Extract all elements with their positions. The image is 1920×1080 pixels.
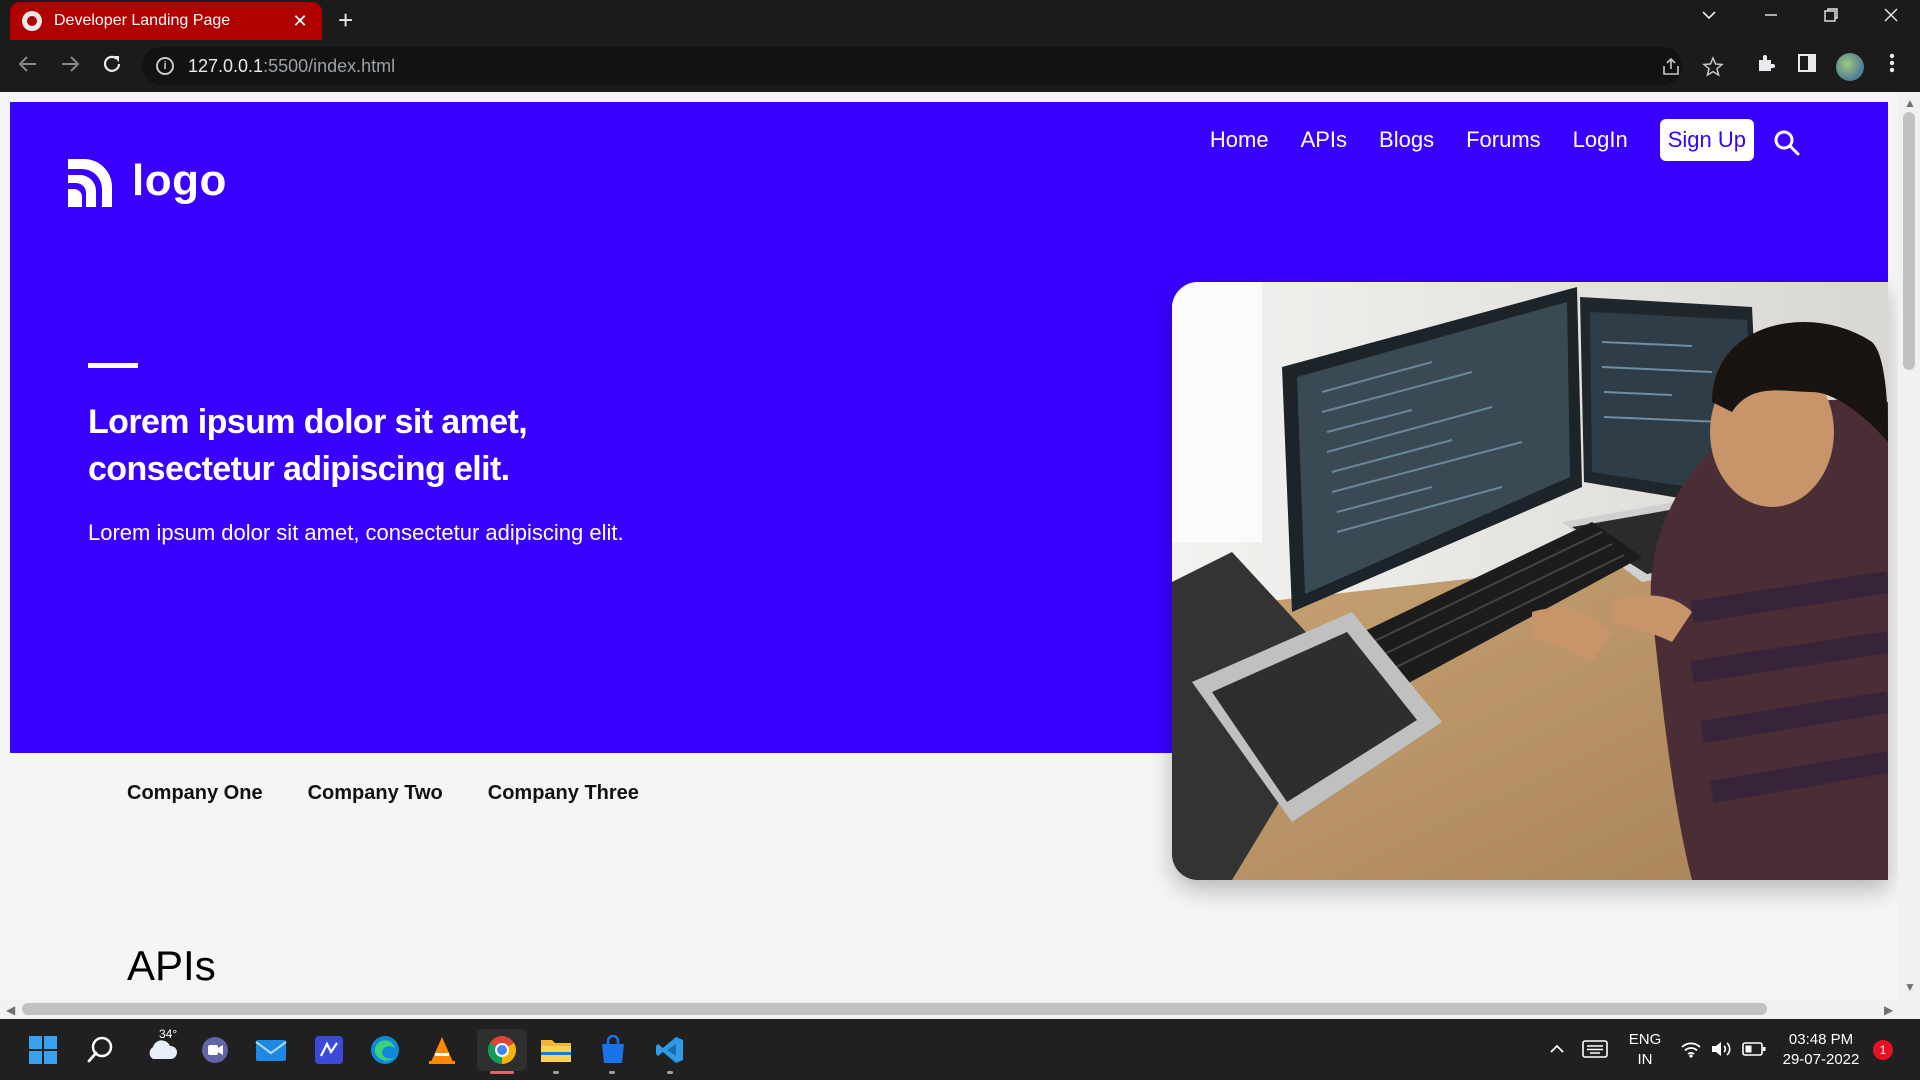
company-logos: Company One Company Two Company Three xyxy=(127,782,684,805)
chrome-active-indicator xyxy=(490,1071,514,1074)
scroll-left-arrow-icon[interactable]: ◀ xyxy=(6,1003,15,1017)
share-icon[interactable] xyxy=(1660,56,1682,84)
apis-section-title: APIs xyxy=(127,942,216,989)
weather-icon[interactable]: 34° xyxy=(137,1027,187,1071)
horizontal-scroll-thumb[interactable] xyxy=(22,1003,1767,1015)
volume-icon[interactable] xyxy=(1710,1040,1734,1063)
nav-apis[interactable]: APIs xyxy=(1301,127,1347,153)
notification-badge[interactable]: 1 xyxy=(1873,1040,1893,1060)
vlc-icon[interactable] xyxy=(421,1029,463,1071)
mail-icon[interactable] xyxy=(250,1029,292,1071)
nav-home[interactable]: Home xyxy=(1210,127,1269,153)
file-explorer-icon[interactable] xyxy=(535,1029,577,1071)
search-icon[interactable] xyxy=(1772,128,1802,158)
side-panel-icon[interactable] xyxy=(1796,52,1818,80)
main-nav: Home APIs Blogs Forums LogIn Sign Up xyxy=(1178,119,1754,161)
developer-photo xyxy=(1172,282,1888,880)
tab-strip: Developer Landing Page ✕ + xyxy=(0,0,1920,40)
whiteboard-icon[interactable] xyxy=(308,1029,350,1071)
company-one: Company One xyxy=(127,782,263,804)
explorer-running-indicator xyxy=(553,1071,559,1074)
wifi-icon[interactable] xyxy=(1680,1040,1702,1063)
back-arrow-icon[interactable] xyxy=(16,52,40,82)
weather-temp: 34° xyxy=(159,1027,178,1041)
address-bar[interactable]: i 127.0.0.1:5500/index.html xyxy=(142,47,1724,85)
hero-subtitle: Lorem ipsum dolor sit amet, consectetur … xyxy=(88,520,624,545)
new-tab-button[interactable]: + xyxy=(338,6,353,34)
globe-icon xyxy=(22,11,42,31)
teams-icon[interactable] xyxy=(194,1029,236,1071)
clock-time: 03:48 PM xyxy=(1788,1031,1854,1048)
url-path: :5500/index.html xyxy=(263,55,396,76)
touch-keyboard-icon[interactable] xyxy=(1582,1040,1608,1063)
headline-accent-bar xyxy=(88,363,138,368)
bookmark-star-icon[interactable] xyxy=(1702,56,1724,84)
forward-arrow-icon[interactable] xyxy=(58,52,82,82)
reload-icon[interactable] xyxy=(100,52,124,82)
battery-icon[interactable] xyxy=(1742,1041,1766,1062)
language-indicator[interactable]: ENG IN xyxy=(1628,1030,1662,1070)
store-icon[interactable] xyxy=(592,1029,634,1071)
url-host: 127.0.0.1 xyxy=(188,55,264,76)
chrome-icon[interactable] xyxy=(477,1029,527,1071)
nav-blogs[interactable]: Blogs xyxy=(1379,127,1434,153)
scroll-down-arrow-icon[interactable]: ▼ xyxy=(1904,980,1916,994)
close-icon[interactable]: ✕ xyxy=(290,11,310,32)
site-info-icon[interactable]: i xyxy=(156,57,174,75)
nav-forums[interactable]: Forums xyxy=(1466,127,1541,153)
browser-toolbar: i 127.0.0.1:5500/index.html xyxy=(0,40,1920,92)
profile-avatar[interactable] xyxy=(1836,53,1864,81)
rss-logo-icon xyxy=(68,159,112,207)
start-icon[interactable] xyxy=(22,1029,64,1071)
restore-icon[interactable] xyxy=(1822,6,1840,29)
tab-title: Developer Landing Page xyxy=(54,12,231,29)
vscode-running-indicator xyxy=(667,1071,673,1074)
vertical-scroll-thumb[interactable] xyxy=(1903,112,1915,370)
tab-search-icon[interactable] xyxy=(1700,6,1718,29)
clock[interactable]: 03:48 PM 29-07-2022 xyxy=(1776,1030,1866,1070)
site-logo[interactable]: logo xyxy=(62,153,227,209)
hero-headline: Lorem ipsum dolor sit amet, consectetur … xyxy=(88,403,528,488)
logo-text: logo xyxy=(132,156,227,205)
taskbar-search-icon[interactable] xyxy=(80,1029,122,1071)
nav-login[interactable]: LogIn xyxy=(1573,127,1628,153)
edge-icon[interactable] xyxy=(364,1029,406,1071)
company-three: Company Three xyxy=(487,782,639,804)
language-code: ENG xyxy=(1628,1031,1662,1048)
tray-overflow-chevron-icon[interactable] xyxy=(1548,1040,1566,1063)
page-viewport: logo Home APIs Blogs Forums LogIn Sign U… xyxy=(0,92,1920,1019)
window-close-icon[interactable] xyxy=(1882,6,1900,29)
browser-tab[interactable]: Developer Landing Page ✕ xyxy=(10,2,322,40)
vscode-icon[interactable] xyxy=(649,1029,691,1071)
company-two: Company Two xyxy=(307,782,443,804)
store-running-indicator xyxy=(609,1071,615,1074)
region-code: IN xyxy=(1637,1051,1653,1068)
menu-kebab-icon[interactable] xyxy=(1888,52,1896,80)
clock-date: 29-07-2022 xyxy=(1782,1051,1860,1068)
minimize-icon[interactable] xyxy=(1762,6,1780,29)
sign-up-button[interactable]: Sign Up xyxy=(1659,119,1754,161)
scroll-up-arrow-icon[interactable]: ▲ xyxy=(1904,96,1916,110)
extensions-icon[interactable] xyxy=(1755,52,1777,80)
scroll-right-arrow-icon[interactable]: ▶ xyxy=(1884,1003,1893,1017)
